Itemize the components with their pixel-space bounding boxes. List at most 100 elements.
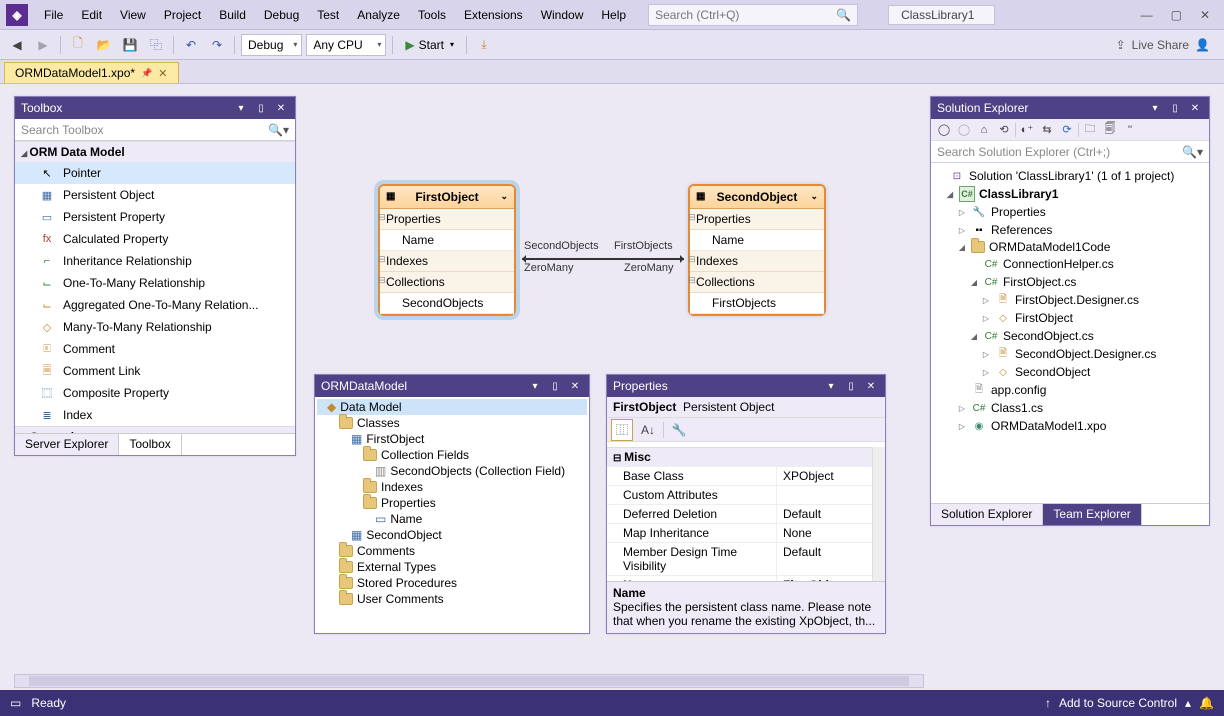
preview-icon[interactable]: '' [1121,121,1139,139]
fwd-icon[interactable]: ◯ [955,121,973,139]
redo-icon[interactable]: ↷ [206,34,228,56]
save-all-icon[interactable]: ⿻ [145,34,167,56]
connection-helper-node[interactable]: C#ConnectionHelper.cs [935,255,1205,273]
horizontal-scrollbar[interactable] [14,674,924,688]
relationship-line[interactable] [522,258,684,260]
nav-back-icon[interactable]: ◀ [6,34,28,56]
menu-project[interactable]: Project [156,4,209,26]
xpo-file-node[interactable]: ▷◉ORMDataModel1.xpo [935,417,1205,435]
menu-view[interactable]: View [112,4,154,26]
code-folder-node[interactable]: ◢ORMDataModel1Code [935,239,1205,255]
menu-window[interactable]: Window [533,4,592,26]
firstobject-class-node[interactable]: ▷◇FirstObject [935,309,1205,327]
tree-secondobjects-field[interactable]: ▥SecondObjects (Collection Field) [317,463,587,479]
tree-user-comments[interactable]: User Comments [317,591,587,607]
undo-icon[interactable]: ↶ [180,34,202,56]
refresh-icon[interactable]: ⟳ [1058,121,1076,139]
pin-icon[interactable]: ▯ [843,378,859,394]
solution-node[interactable]: ⊡Solution 'ClassLibrary1' (1 of 1 projec… [935,167,1205,185]
menu-file[interactable]: File [36,4,71,26]
new-project-icon[interactable]: 🗋 [67,34,89,56]
liveshare-label[interactable]: Live Share [1132,38,1189,52]
section-properties[interactable]: Properties [690,209,824,230]
close-icon[interactable]: ✕ [273,100,289,116]
toolbox-group-orm[interactable]: ORM Data Model [15,141,295,162]
pin-icon[interactable]: ▯ [253,100,269,116]
panel-menu-icon[interactable]: ▾ [527,378,543,394]
secondobject-file-node[interactable]: ◢C#SecondObject.cs [935,327,1205,345]
entity-prop-name[interactable]: Name [380,230,514,251]
feedback-icon[interactable]: 👤 [1195,38,1210,52]
toolbox-tab[interactable]: Toolbox [119,434,181,455]
back-icon[interactable]: ◯ [935,121,953,139]
menu-tools[interactable]: Tools [410,4,454,26]
scope-icon[interactable]: ◐⁺ [1018,121,1036,139]
home-icon[interactable]: ⌂ [975,121,993,139]
toolbox-item-index[interactable]: ≣Index [15,404,295,426]
references-node[interactable]: ▷▪▪References [935,221,1205,239]
entity-coll[interactable]: FirstObjects [690,293,824,314]
sync-icon[interactable]: ⟲ [995,121,1013,139]
secondobject-class-node[interactable]: ▷◇SecondObject [935,363,1205,381]
toolbox-item-one-to-many[interactable]: ⌙One-To-Many Relationship [15,272,295,294]
prop-member-visibility[interactable]: Member Design Time VisibilityDefault [607,542,872,575]
toolbox-item-agg-one-to-many[interactable]: ⌙Aggregated One-To-Many Relation... [15,294,295,316]
section-indexes[interactable]: Indexes [380,251,514,272]
collapse-icon[interactable]: ⇆ [1038,121,1056,139]
close-tab-icon[interactable]: ✕ [158,67,167,80]
panel-menu-icon[interactable]: ▾ [233,100,249,116]
solution-name-chip[interactable]: ClassLibrary1 [888,5,995,25]
toolbox-item-comment-link[interactable]: 🗏Comment Link [15,360,295,382]
properties-node[interactable]: ▷🔧Properties [935,203,1205,221]
section-indexes[interactable]: Indexes [690,251,824,272]
panel-menu-icon[interactable]: ▾ [823,378,839,394]
entity-prop-name[interactable]: Name [690,230,824,251]
pin-icon[interactable]: ▯ [1167,100,1183,116]
chevron-icon[interactable]: ⌄ [810,191,818,202]
tree-external-types[interactable]: External Types [317,559,587,575]
menu-build[interactable]: Build [211,4,254,26]
tree-stored-procs[interactable]: Stored Procedures [317,575,587,591]
close-icon[interactable]: ✕ [567,378,583,394]
entity-coll[interactable]: SecondObjects [380,293,514,314]
team-explorer-tab[interactable]: Team Explorer [1043,504,1141,525]
tree-comments[interactable]: Comments [317,543,587,559]
close-icon[interactable]: ✕ [1187,100,1203,116]
menu-edit[interactable]: Edit [73,4,110,26]
app-config-node[interactable]: 🗎app.config [935,381,1205,399]
nav-fwd-icon[interactable]: ▶ [32,34,54,56]
tree-secondobject[interactable]: ▦SecondObject [317,527,587,543]
tree-root[interactable]: ◆Data Model [317,399,587,415]
prop-category-misc[interactable]: Misc [607,447,872,466]
section-collections[interactable]: Collections [690,272,824,293]
notifications-icon[interactable]: 🔔 [1199,696,1214,710]
properties-object-header[interactable]: FirstObject Persistent Object [607,397,885,418]
tree-collection-fields[interactable]: Collection Fields [317,447,587,463]
toolbox-item-pointer[interactable]: ↖Pointer [15,162,295,184]
pin-icon[interactable]: ▯ [547,378,563,394]
close-icon[interactable]: ✕ [863,378,879,394]
prop-map-inheritance[interactable]: Map InheritanceNone [607,523,872,542]
tree-properties[interactable]: Properties [317,495,587,511]
prop-base-class[interactable]: Base ClassXPObject [607,466,872,485]
categorized-icon[interactable]: ⿲ [611,419,633,441]
firstobject-designer-node[interactable]: ▷🗎FirstObject.Designer.cs [935,291,1205,309]
chevron-up-icon[interactable]: ▴ [1185,696,1191,710]
secondobject-designer-node[interactable]: ▷🗎SecondObject.Designer.cs [935,345,1205,363]
close-icon[interactable]: ✕ [1200,8,1210,22]
open-file-icon[interactable]: 📂 [93,34,115,56]
maximize-icon[interactable]: ▢ [1171,8,1182,22]
solution-search[interactable]: Search Solution Explorer (Ctrl+;)🔍▾ [931,141,1209,163]
section-collections[interactable]: Collections [380,272,514,293]
menu-analyze[interactable]: Analyze [349,4,408,26]
toolbox-item-composite[interactable]: ⿴Composite Property [15,382,295,404]
alphabetical-icon[interactable]: A↓ [637,419,659,441]
start-button[interactable]: ▶Start▾ [399,34,460,56]
menu-test[interactable]: Test [309,4,347,26]
config-combo[interactable]: Debug [241,34,302,56]
toolbox-item-inheritance[interactable]: ⌐Inheritance Relationship [15,250,295,272]
save-icon[interactable]: 💾 [119,34,141,56]
solution-explorer-tab[interactable]: Solution Explorer [931,504,1043,525]
panel-menu-icon[interactable]: ▾ [1147,100,1163,116]
pin-icon[interactable]: 📌 [141,68,152,79]
